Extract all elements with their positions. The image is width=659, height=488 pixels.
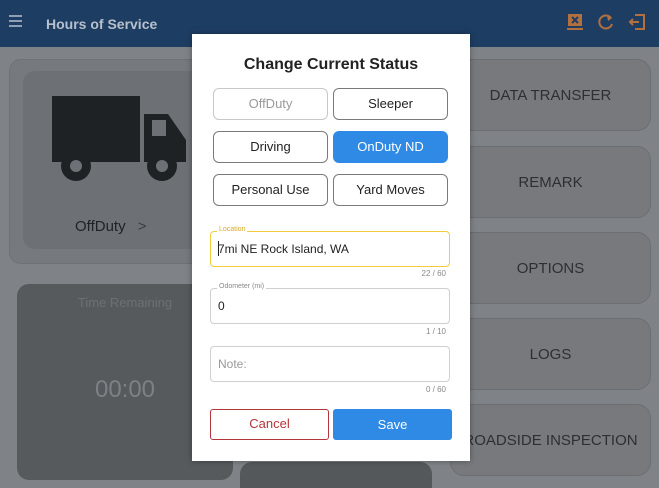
odometer-char-counter: 1 / 10 xyxy=(425,327,446,336)
save-button[interactable]: Save xyxy=(333,409,452,440)
cancel-button[interactable]: Cancel xyxy=(210,409,329,440)
odometer-value: 0 xyxy=(218,299,225,313)
status-text: OffDuty xyxy=(75,218,126,235)
location-field[interactable]: Location 7mi NE Rock Island, WA xyxy=(210,226,450,267)
location-char-counter: 22 / 60 xyxy=(421,269,446,278)
data-transfer-button[interactable]: DATA TRANSFER xyxy=(450,59,651,131)
roadside-inspection-button[interactable]: ROADSIDE INSPECTION xyxy=(450,404,651,476)
change-status-dialog: Change Current Status OffDuty Sleeper Dr… xyxy=(192,34,470,461)
chevron-right-icon: > xyxy=(137,218,147,235)
menu-icon[interactable] xyxy=(9,15,22,27)
remark-button[interactable]: REMARK xyxy=(450,146,651,218)
note-field[interactable]: Note: xyxy=(210,346,450,382)
note-placeholder: Note: xyxy=(218,357,247,371)
truck-icon xyxy=(52,96,186,181)
status-personal-use-button[interactable]: Personal Use xyxy=(213,174,328,206)
current-status-label[interactable]: OffDuty > xyxy=(75,218,147,235)
status-yard-moves-button[interactable]: Yard Moves xyxy=(333,174,448,206)
dialog-title: Change Current Status xyxy=(243,56,419,73)
odometer-field[interactable]: Odometer (mi) 0 xyxy=(210,283,450,324)
location-value: 7mi NE Rock Island, WA xyxy=(218,242,349,256)
export-icon[interactable] xyxy=(566,13,584,31)
refresh-icon[interactable] xyxy=(597,13,615,31)
status-sleeper-button[interactable]: Sleeper xyxy=(333,88,448,120)
options-button[interactable]: OPTIONS xyxy=(450,232,651,304)
app-title: Hours of Service xyxy=(46,16,158,32)
odometer-label: Odometer (mi) xyxy=(217,283,267,290)
status-onduty-nd-button[interactable]: OnDuty ND xyxy=(333,131,448,163)
location-label: Location xyxy=(217,226,248,233)
status-driving-button[interactable]: Driving xyxy=(213,131,328,163)
logout-icon[interactable] xyxy=(628,13,646,31)
bottom-tab-bar xyxy=(240,462,432,488)
note-char-counter: 0 / 60 xyxy=(425,385,446,394)
logs-button[interactable]: LOGS xyxy=(450,318,651,390)
status-offduty-button[interactable]: OffDuty xyxy=(213,88,328,120)
